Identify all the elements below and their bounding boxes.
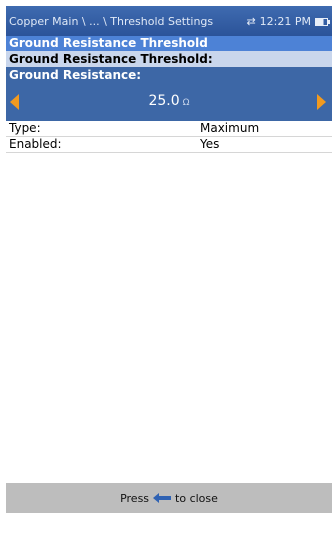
footer-prefix: Press	[120, 491, 150, 505]
network-icon: ⇄	[246, 15, 256, 28]
ohm-unit: Ω	[182, 98, 190, 108]
property-row-enabled[interactable]: Enabled: Yes	[6, 137, 332, 153]
value-display[interactable]: 25.0 Ω	[6, 93, 332, 109]
editor-label: Ground Resistance:	[9, 68, 142, 82]
property-label: Enabled:	[9, 137, 62, 151]
threshold-section-header: Ground Resistance Threshold:	[6, 51, 332, 67]
resistance-value: 25.0	[148, 93, 180, 109]
page-title: Ground Resistance Threshold	[6, 36, 332, 51]
back-arrow-icon	[153, 493, 172, 503]
clock: 12:21 PM	[259, 15, 311, 28]
property-label: Type:	[9, 121, 41, 135]
breadcrumb[interactable]: Copper Main \ ... \ Threshold Settings	[9, 15, 213, 28]
increase-arrow-icon[interactable]	[317, 94, 326, 110]
title-bar: Copper Main \ ... \ Threshold Settings ⇄…	[6, 6, 332, 36]
property-row-type[interactable]: Type: Maximum	[6, 121, 332, 137]
property-value: Maximum	[200, 121, 260, 135]
close-hint-bar[interactable]: Press to close	[6, 483, 332, 513]
battery-icon	[315, 17, 330, 26]
footer-suffix: to close	[175, 491, 218, 505]
status-area: ⇄ 12:21 PM	[246, 15, 330, 28]
value-editor: Ground Resistance: 25.0 Ω	[6, 67, 332, 121]
screen: Copper Main \ ... \ Threshold Settings ⇄…	[6, 6, 332, 549]
property-value: Yes	[200, 137, 220, 151]
